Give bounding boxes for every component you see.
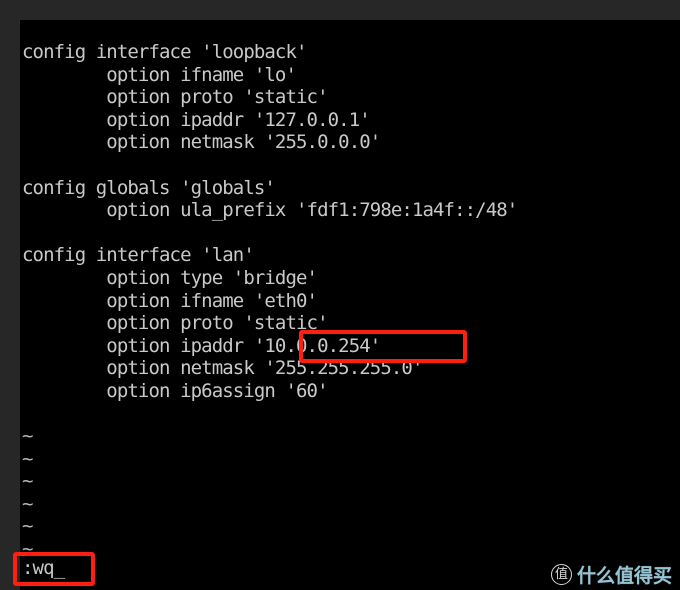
editor-line: option ipaddr '127.0.0.1' — [22, 108, 370, 131]
editor-tilde-line: ~ — [22, 470, 33, 493]
editor-line: config interface 'lan' — [22, 244, 255, 267]
editor-line: option ipaddr '10.0.0.254' — [22, 334, 381, 357]
vim-command-line[interactable]: :wq_ — [22, 557, 65, 579]
editor-blank-line — [22, 154, 678, 177]
editor-blank-line — [22, 403, 678, 426]
editor-tilde-line: ~ — [22, 447, 33, 470]
editor-tilde-line: ~ — [22, 515, 33, 538]
terminal-body[interactable]: config interface 'loopback' option ifnam… — [20, 20, 680, 590]
editor-line: option ip6assign '60' — [22, 379, 328, 402]
editor-line: option netmask '255.255.255.0' — [22, 357, 423, 380]
editor-line: option proto 'static' — [22, 312, 328, 335]
editor-line: config globals 'globals' — [22, 176, 276, 199]
editor-tilde-line: ~ — [22, 425, 33, 448]
editor-line: option ifname 'lo' — [22, 63, 297, 86]
editor-line: option ula_prefix 'fdf1:798e:1a4f::/48' — [22, 199, 518, 222]
window-frame-left — [0, 0, 20, 590]
text-cursor: _ — [53, 557, 65, 579]
editor-blank-line — [22, 222, 678, 245]
terminal-screenshot: config interface 'loopback' option ifnam… — [0, 0, 680, 590]
editor-text-area[interactable]: config interface 'loopback' option ifnam… — [22, 41, 678, 561]
editor-line: option netmask '255.0.0.0' — [22, 131, 381, 154]
editor-line: option type 'bridge' — [22, 266, 318, 289]
editor-tilde-line: ~ — [22, 538, 33, 561]
window-frame-top — [0, 0, 680, 20]
editor-tilde-line: ~ — [22, 492, 33, 515]
watermark-text: 什么值得买 — [576, 565, 672, 587]
vim-command-text: :wq — [22, 557, 55, 579]
editor-line: config interface 'loopback' — [22, 41, 307, 63]
watermark: 值 什么值得买 — [550, 561, 672, 588]
editor-line: option proto 'static' — [22, 86, 328, 109]
watermark-logo-icon: 值 — [550, 564, 572, 585]
editor-line: option ifname 'eth0' — [22, 289, 318, 312]
